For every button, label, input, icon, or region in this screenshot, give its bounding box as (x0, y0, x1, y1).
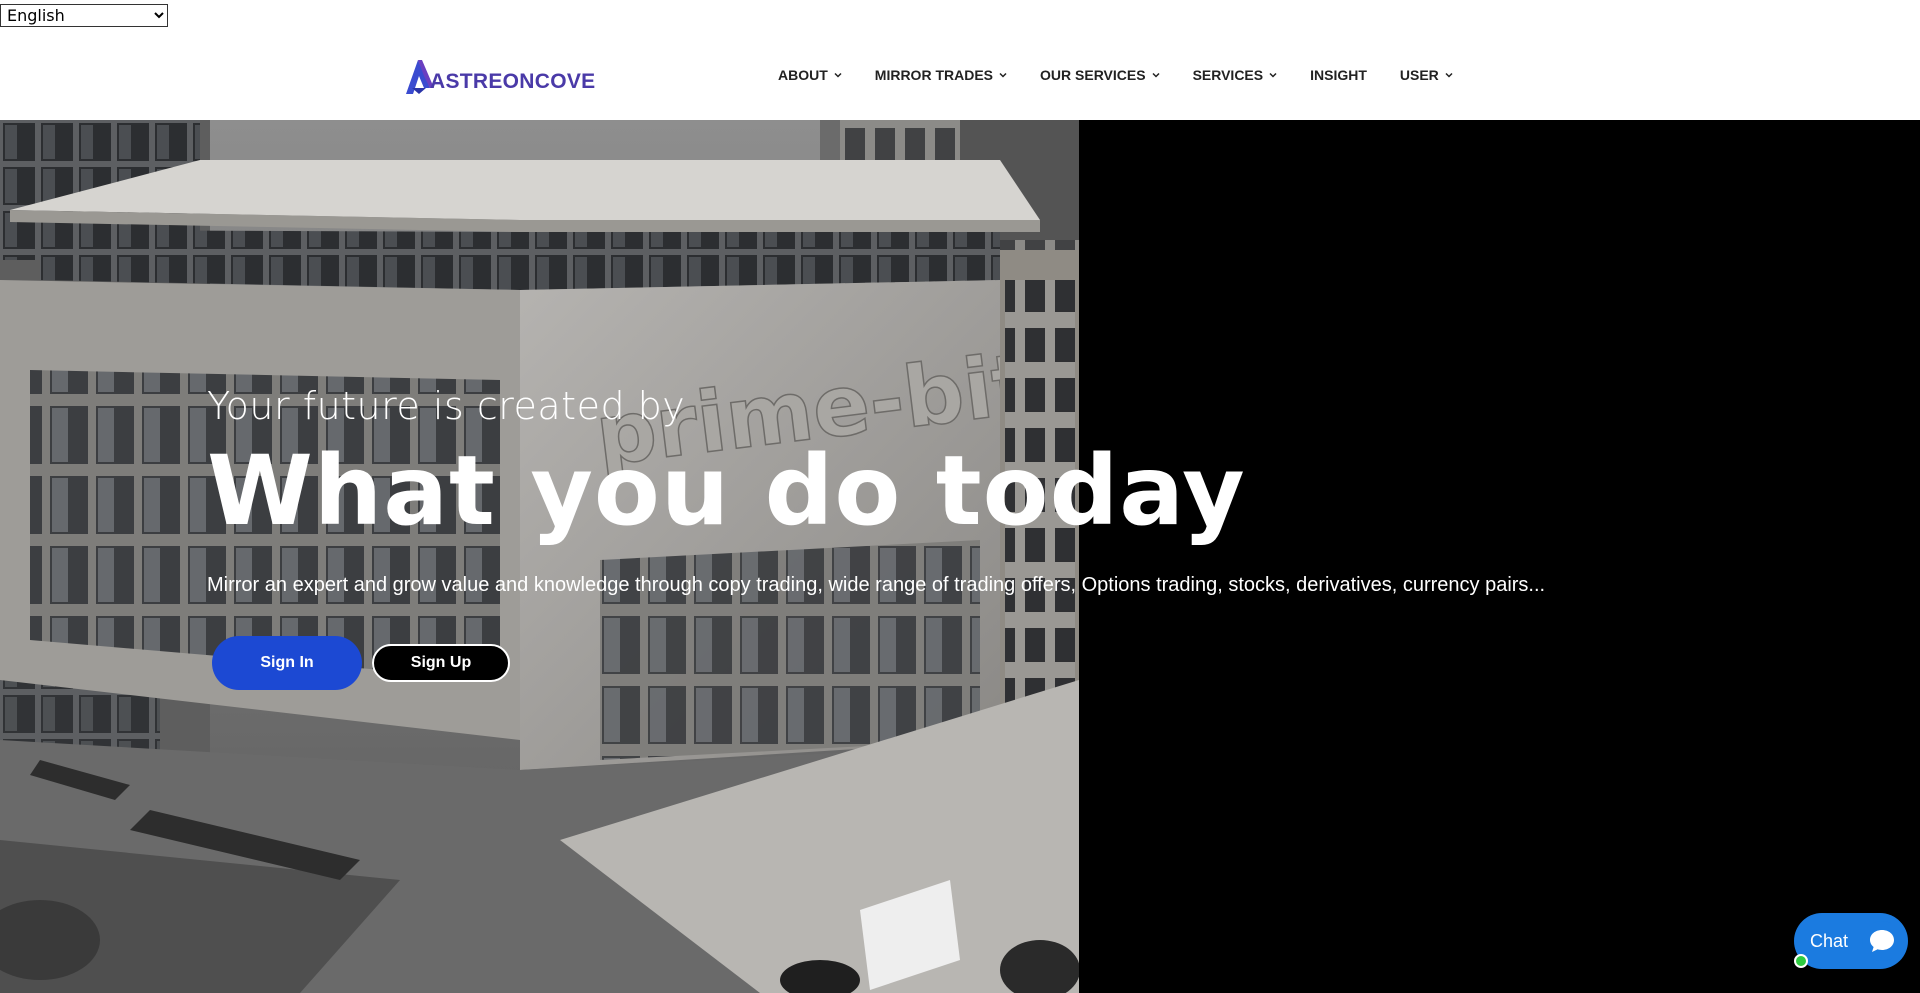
nav-item-services[interactable]: SERVICES (1193, 67, 1278, 83)
chat-button[interactable]: Chat (1794, 913, 1908, 969)
nav-item-user[interactable]: USER (1400, 67, 1453, 83)
main-nav: ABOUT MIRROR TRADES OUR SERVICES SERVICE… (778, 30, 1486, 120)
nav-item-label: INSIGHT (1310, 67, 1367, 83)
sign-up-button[interactable]: Sign Up (372, 644, 510, 682)
nav-item-label: MIRROR TRADES (874, 67, 994, 83)
chat-bubble-icon (1862, 921, 1902, 961)
sign-in-button[interactable]: Sign In (212, 636, 362, 690)
chevron-down-icon (1152, 72, 1160, 78)
hero-headline: What you do today (207, 435, 1246, 547)
chat-status-dot (1794, 954, 1808, 968)
logo-text: ASTREONCOVE (430, 70, 596, 93)
language-select[interactable]: English (0, 4, 168, 27)
nav-item-our-services[interactable]: OUR SERVICES (1040, 67, 1160, 83)
nav-item-insight[interactable]: INSIGHT (1310, 67, 1367, 83)
hero-section: prime-bit Your future is created by What… (0, 120, 1920, 993)
nav-item-mirror-trades[interactable]: MIRROR TRADES (875, 67, 1007, 83)
chevron-down-icon (1269, 72, 1277, 78)
site-header: ASTREONCOVE ABOUT MIRROR TRADES OUR SERV… (0, 30, 1920, 120)
hero-subtext: Mirror an expert and grow value and know… (207, 574, 1546, 596)
nav-item-label: USER (1399, 67, 1439, 83)
hero-kicker: Your future is created by (207, 384, 686, 428)
chevron-down-icon (1445, 72, 1453, 78)
hero-buttons: Sign In Sign Up (207, 636, 1907, 690)
nav-item-label: SERVICES (1192, 67, 1264, 83)
nav-item-label: ABOUT (778, 67, 828, 83)
hero-content: Your future is created by What you do to… (207, 382, 1907, 690)
nav-item-label: OUR SERVICES (1040, 67, 1146, 83)
site-logo[interactable]: ASTREONCOVE (404, 54, 596, 96)
nav-item-about[interactable]: ABOUT (778, 67, 842, 83)
chevron-down-icon (999, 72, 1007, 78)
chat-label: Chat (1810, 930, 1849, 951)
chevron-down-icon (834, 72, 842, 78)
